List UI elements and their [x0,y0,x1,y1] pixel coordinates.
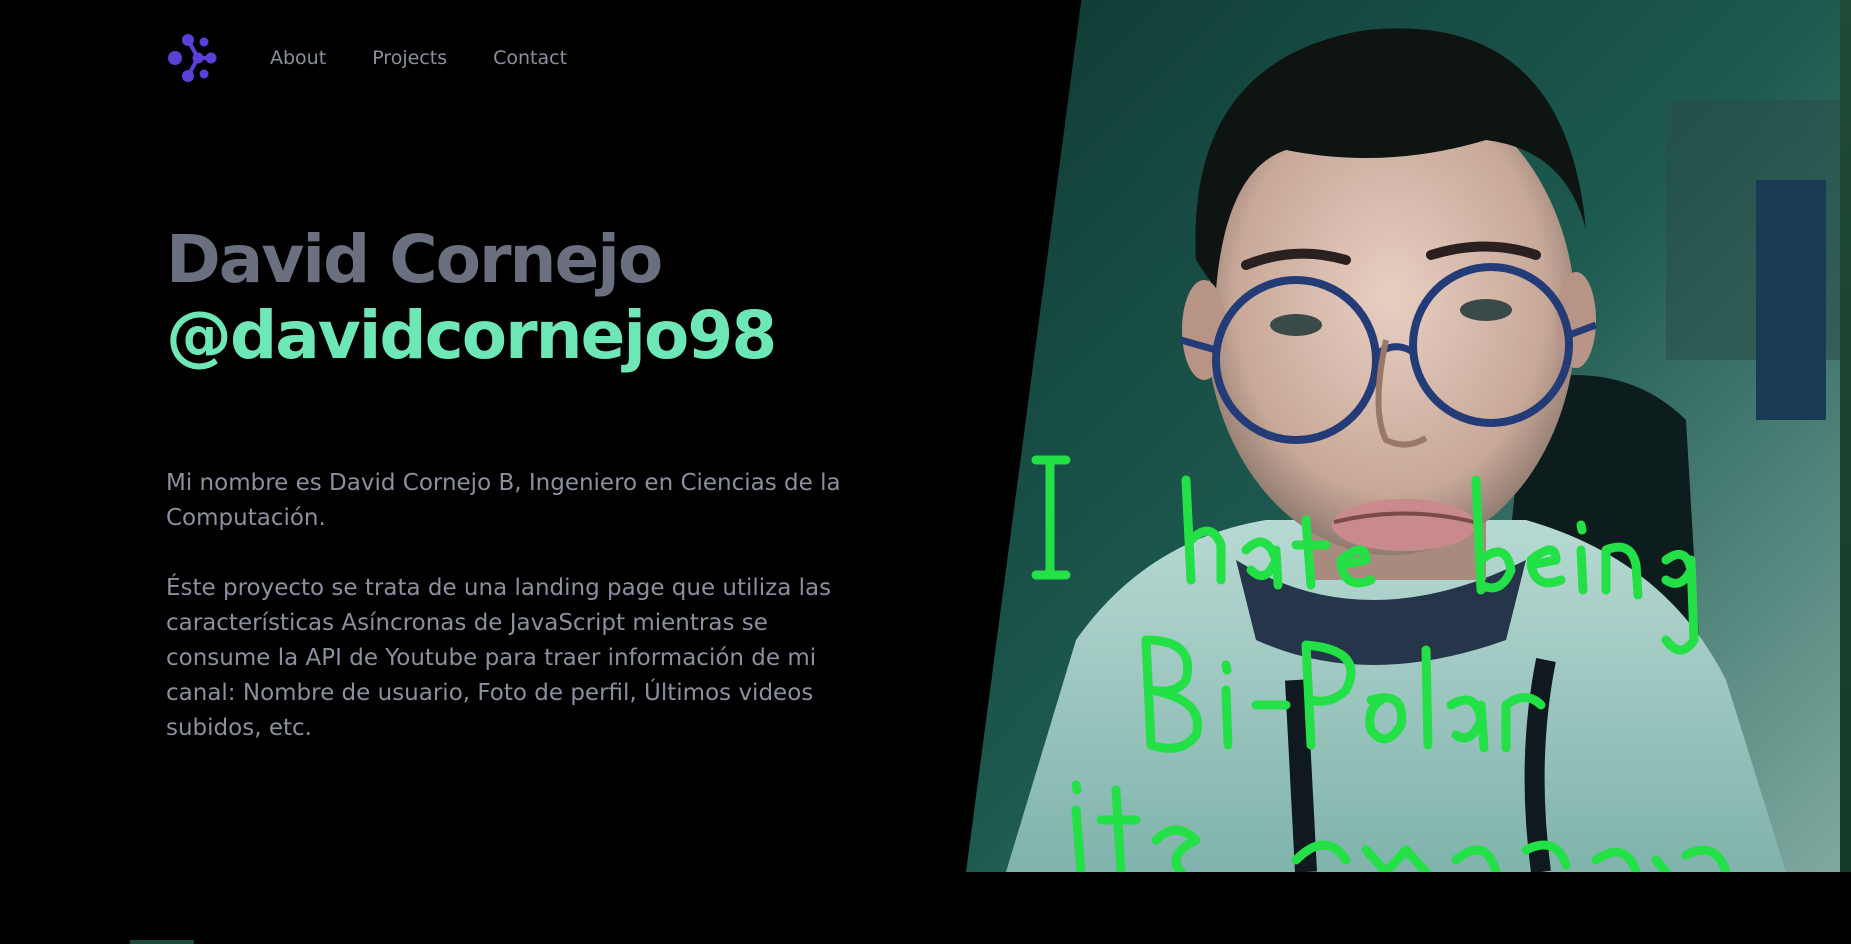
landing-page: About Projects Contact David Cornejo @da… [0,0,1851,944]
bottom-accent-line [130,940,194,944]
nav-links: About Projects Contact [270,47,567,69]
nodes-logo-icon[interactable] [166,32,218,84]
description-paragraph-1: Mi nombre es David Cornejo B, Ingeniero … [166,470,841,531]
nav-link-about[interactable]: About [270,47,326,69]
nav-link-contact[interactable]: Contact [493,47,567,69]
photo-edge-strip [1840,0,1851,872]
nav-link-projects[interactable]: Projects [372,47,447,69]
hero-name: David Cornejo [166,221,663,298]
profile-photo [966,0,1840,872]
hero-description: Mi nombre es David Cornejo B, Ingeniero … [166,466,876,781]
profile-photo-illustration [966,0,1840,872]
hero-heading: David Cornejo @davidcornejo98 [166,222,926,374]
description-paragraph-2: Éste proyecto se trata de una landing pa… [166,575,832,741]
top-nav: About Projects Contact [166,30,567,86]
hero-handle: @davidcornejo98 [166,297,777,374]
